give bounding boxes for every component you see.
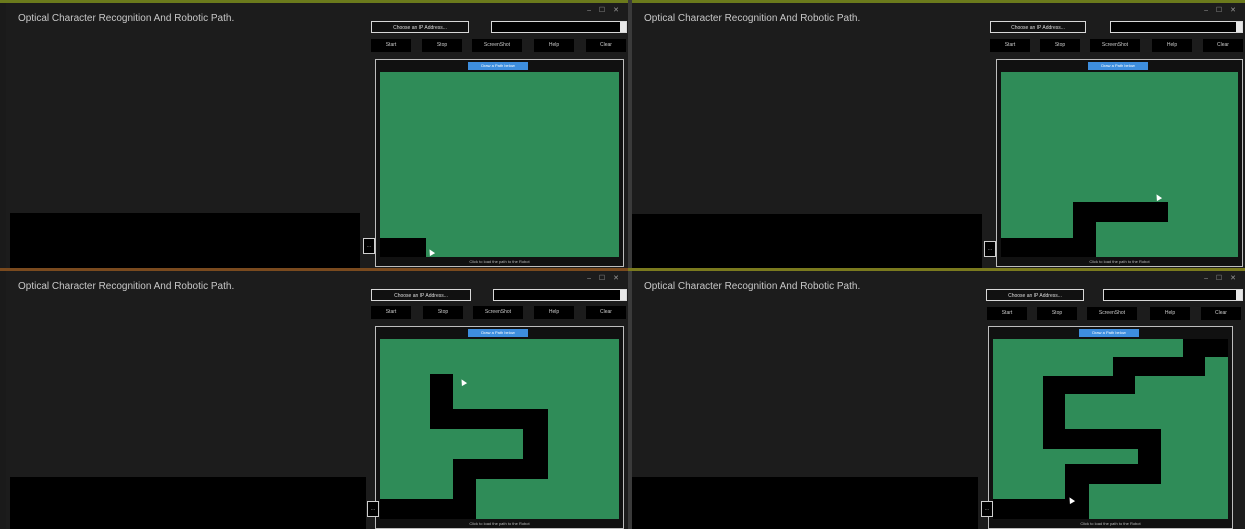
help-button[interactable]: Help (534, 39, 574, 52)
status-text: Click to load the path to the Robot (469, 259, 530, 264)
ip-address-button[interactable]: Choose an IP Address... (986, 289, 1084, 301)
dropdown-arrow-icon[interactable] (620, 22, 626, 32)
path-segment (1073, 202, 1168, 222)
dropdown-arrow-icon[interactable] (1236, 22, 1242, 32)
status-text: Click to load the path to the Robot (1089, 259, 1150, 264)
app-title: Optical Character Recognition And Roboti… (18, 13, 235, 24)
clear-button[interactable]: Clear (1203, 39, 1243, 52)
path-grid[interactable] (993, 339, 1228, 519)
draw-canvas-frame: Draw a Path below Click to load the path… (375, 326, 624, 529)
stop-button[interactable]: Stop (423, 306, 463, 319)
app-window-3: Optical Character Recognition And Roboti… (6, 271, 628, 529)
clear-button[interactable]: Clear (586, 39, 626, 52)
app-title: Optical Character Recognition And Roboti… (18, 281, 235, 292)
cursor-icon (1153, 192, 1163, 202)
draw-path-label: Draw a Path below (1079, 329, 1139, 337)
window-controls[interactable]: – ☐ ✕ (1204, 6, 1239, 14)
help-button[interactable]: Help (534, 306, 574, 319)
load-button[interactable]: ... (367, 501, 379, 517)
start-button[interactable]: Start (987, 307, 1027, 320)
status-text: Click to load the path to the Robot (469, 521, 530, 526)
screenshot-button[interactable]: ScreenShot (1090, 39, 1140, 52)
ip-address-dropdown[interactable] (1110, 21, 1243, 33)
clear-button[interactable]: Clear (1201, 307, 1241, 320)
stop-button[interactable]: Stop (1037, 307, 1077, 320)
ip-address-dropdown[interactable] (493, 289, 627, 301)
app-title: Optical Character Recognition And Roboti… (644, 13, 861, 24)
window-controls[interactable]: – ☐ ✕ (587, 274, 622, 282)
start-button[interactable]: Start (371, 306, 411, 319)
draw-path-label: Draw a Path below (1088, 62, 1148, 70)
path-segment (453, 459, 476, 499)
window-controls[interactable]: – ☐ ✕ (1204, 274, 1239, 282)
screenshot-button[interactable]: ScreenShot (473, 306, 523, 319)
screenshot-button[interactable]: ScreenShot (1087, 307, 1137, 320)
path-grid[interactable] (380, 339, 619, 519)
dropdown-arrow-icon[interactable] (1236, 290, 1242, 300)
path-grid[interactable] (380, 72, 619, 257)
ip-address-button[interactable]: Choose an IP Address... (371, 289, 471, 301)
stop-button[interactable]: Stop (1040, 39, 1080, 52)
app-title: Optical Character Recognition And Roboti… (644, 281, 861, 292)
help-button[interactable]: Help (1150, 307, 1190, 320)
load-button[interactable]: ... (981, 501, 993, 517)
cursor-icon (426, 247, 436, 257)
clear-button[interactable]: Clear (586, 306, 626, 319)
load-button[interactable]: ... (984, 241, 996, 257)
screenshot-button[interactable]: ScreenShot (472, 39, 522, 52)
output-panel (10, 213, 360, 268)
ip-address-button[interactable]: Choose an IP Address... (371, 21, 469, 33)
app-window-4: Optical Character Recognition And Roboti… (632, 271, 1245, 529)
status-text: Click to load the path to the Robot (1080, 521, 1141, 526)
output-panel (632, 214, 982, 268)
ip-address-button[interactable]: Choose an IP Address... (990, 21, 1086, 33)
stop-button[interactable]: Stop (422, 39, 462, 52)
ip-address-dropdown[interactable] (491, 21, 627, 33)
path-segment (380, 238, 426, 257)
load-button[interactable]: ... (363, 238, 375, 254)
draw-path-label: Draw a Path below (468, 62, 528, 70)
window-controls[interactable]: – ☐ ✕ (587, 6, 622, 14)
help-button[interactable]: Help (1152, 39, 1192, 52)
path-grid[interactable] (1001, 72, 1238, 257)
dropdown-arrow-icon[interactable] (620, 290, 626, 300)
path-segment (380, 499, 476, 519)
draw-canvas-frame: Draw a Path below Click to load the path… (375, 59, 624, 267)
app-window-1: Optical Character Recognition And Roboti… (6, 3, 628, 268)
start-button[interactable]: Start (371, 39, 411, 52)
draw-canvas-frame: Draw a Path below Click to load the path… (988, 326, 1233, 529)
path-segment (993, 499, 1089, 519)
start-button[interactable]: Start (990, 39, 1030, 52)
ip-address-dropdown[interactable] (1103, 289, 1243, 301)
output-panel (10, 477, 366, 529)
output-panel (632, 477, 978, 529)
draw-path-label: Draw a Path below (468, 329, 528, 337)
app-window-2: Optical Character Recognition And Roboti… (632, 3, 1245, 268)
cursor-icon (458, 377, 468, 387)
draw-canvas-frame: Draw a Path below Click to load the path… (996, 59, 1243, 267)
